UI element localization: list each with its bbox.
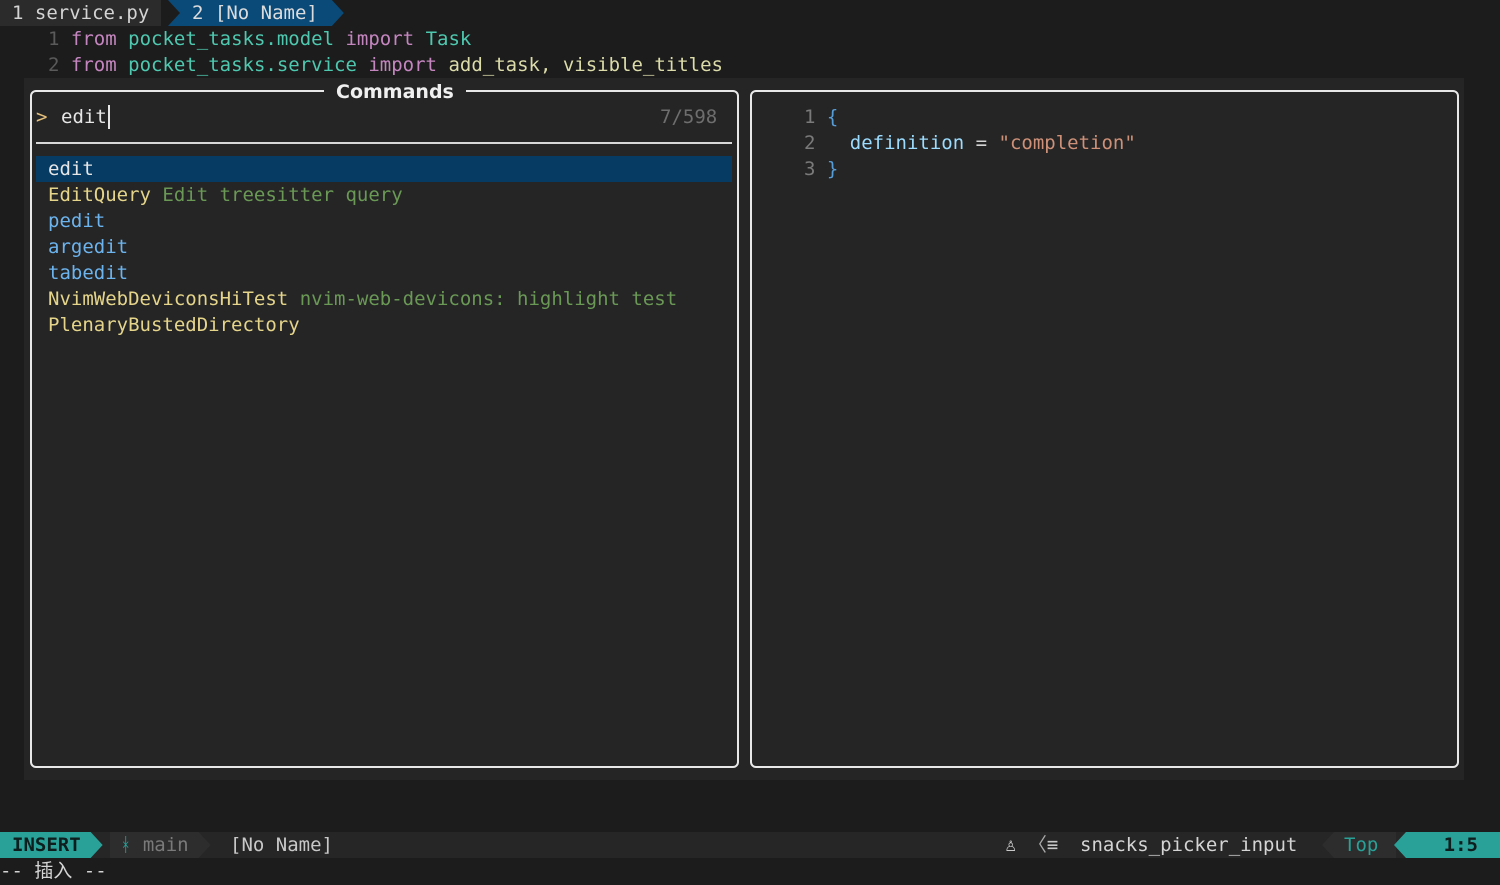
imported-names: Task	[425, 28, 472, 50]
lines-icon: ≡	[1046, 834, 1059, 856]
field-key: definition	[849, 132, 965, 154]
buffer-line-2: 2 from pocket_tasks.service import add_t…	[48, 52, 723, 78]
picker-search-input[interactable]: edit	[61, 104, 107, 130]
status-cursor: 1:5	[1394, 832, 1500, 858]
match-text: edit	[82, 236, 129, 258]
item-text: PlenaryBust	[48, 314, 174, 336]
result-item-argedit[interactable]: argedit	[48, 234, 128, 260]
item-text: tab	[48, 262, 83, 284]
result-item-plenarybusteddirectory[interactable]: PlenaryBustedDirectory	[48, 312, 300, 338]
brace: }	[826, 158, 839, 180]
match-text: edit	[48, 158, 94, 180]
line-number: 2	[48, 54, 60, 76]
item-description: nvim-web-devicons: highlight test	[299, 288, 678, 310]
keyword-from: from	[70, 54, 117, 76]
line-number: 1	[48, 28, 60, 50]
result-item-tabedit[interactable]: tabedit	[48, 260, 128, 286]
status-filetype: snacks_picker_input	[1080, 834, 1298, 856]
status-filename: [No Name]	[230, 834, 333, 856]
imported-names: add_task, visible_titles	[448, 54, 723, 76]
preview-line-1: 1 {	[804, 104, 838, 130]
status-icons: ♙ 〈≡	[1005, 832, 1058, 858]
match-text: edit	[59, 210, 106, 232]
git-branch-icon: ᚼ	[120, 834, 132, 856]
line-number: 3	[804, 158, 816, 180]
item-text: rectory	[219, 314, 300, 336]
match-text: Edit	[48, 184, 94, 206]
item-text: NvimWebDeviconsHiT	[48, 288, 254, 310]
match-text: edit	[82, 262, 129, 284]
keyword-from: from	[70, 28, 117, 50]
linux-icon: ♙	[1005, 834, 1017, 856]
line-number: 1	[804, 106, 816, 128]
picker-title: Commands	[324, 79, 466, 105]
chevron-left-icon: 〈	[1027, 834, 1047, 856]
operator: =	[975, 132, 988, 154]
preview-line-3: 3 }	[804, 156, 838, 182]
prompt-chevron-icon: >	[36, 106, 48, 128]
branch-name: main	[142, 834, 189, 856]
git-branch: ᚼ main	[110, 832, 211, 858]
item-text: p	[48, 210, 60, 232]
buffer-line-1: 1 from pocket_tasks.model import Task	[48, 26, 471, 52]
brace: {	[826, 106, 839, 128]
item-description: Edit treesitter query	[162, 184, 403, 206]
match-text: edDi	[173, 314, 220, 336]
selected-row-highlight	[36, 156, 732, 182]
tab-service-py[interactable]: 1 service.py	[0, 0, 162, 26]
mode-indicator: INSERT	[0, 832, 103, 858]
result-item-pedit[interactable]: pedit	[48, 208, 105, 234]
match-count: 7/598	[660, 106, 718, 128]
match-text: est	[253, 288, 289, 310]
command-line: -- 插入 --	[0, 860, 107, 882]
status-position: Top	[1322, 832, 1397, 858]
tab-no-name[interactable]: 2 [No Name]	[168, 0, 344, 26]
result-item-editquery[interactable]: EditQuery Edit treesitter query	[48, 182, 403, 208]
keyword-import: import	[368, 54, 437, 76]
text-cursor	[108, 105, 110, 129]
item-text: Query	[93, 184, 151, 206]
line-number: 2	[804, 132, 816, 154]
input-separator	[36, 142, 732, 144]
preview-line-2: 2 definition = "completion"	[804, 130, 1136, 156]
string-value: "completion"	[998, 132, 1136, 154]
picker-preview-window	[750, 90, 1459, 768]
item-text: arg	[48, 236, 83, 258]
module-name: pocket_tasks.service	[128, 54, 357, 76]
keyword-import: import	[345, 28, 415, 50]
module-name: pocket_tasks.model	[128, 28, 335, 50]
result-item-nvimwebdeviconshitest[interactable]: NvimWebDeviconsHiTest nvim-web-devicons:…	[48, 286, 677, 312]
result-item-edit[interactable]: edit	[48, 156, 94, 182]
